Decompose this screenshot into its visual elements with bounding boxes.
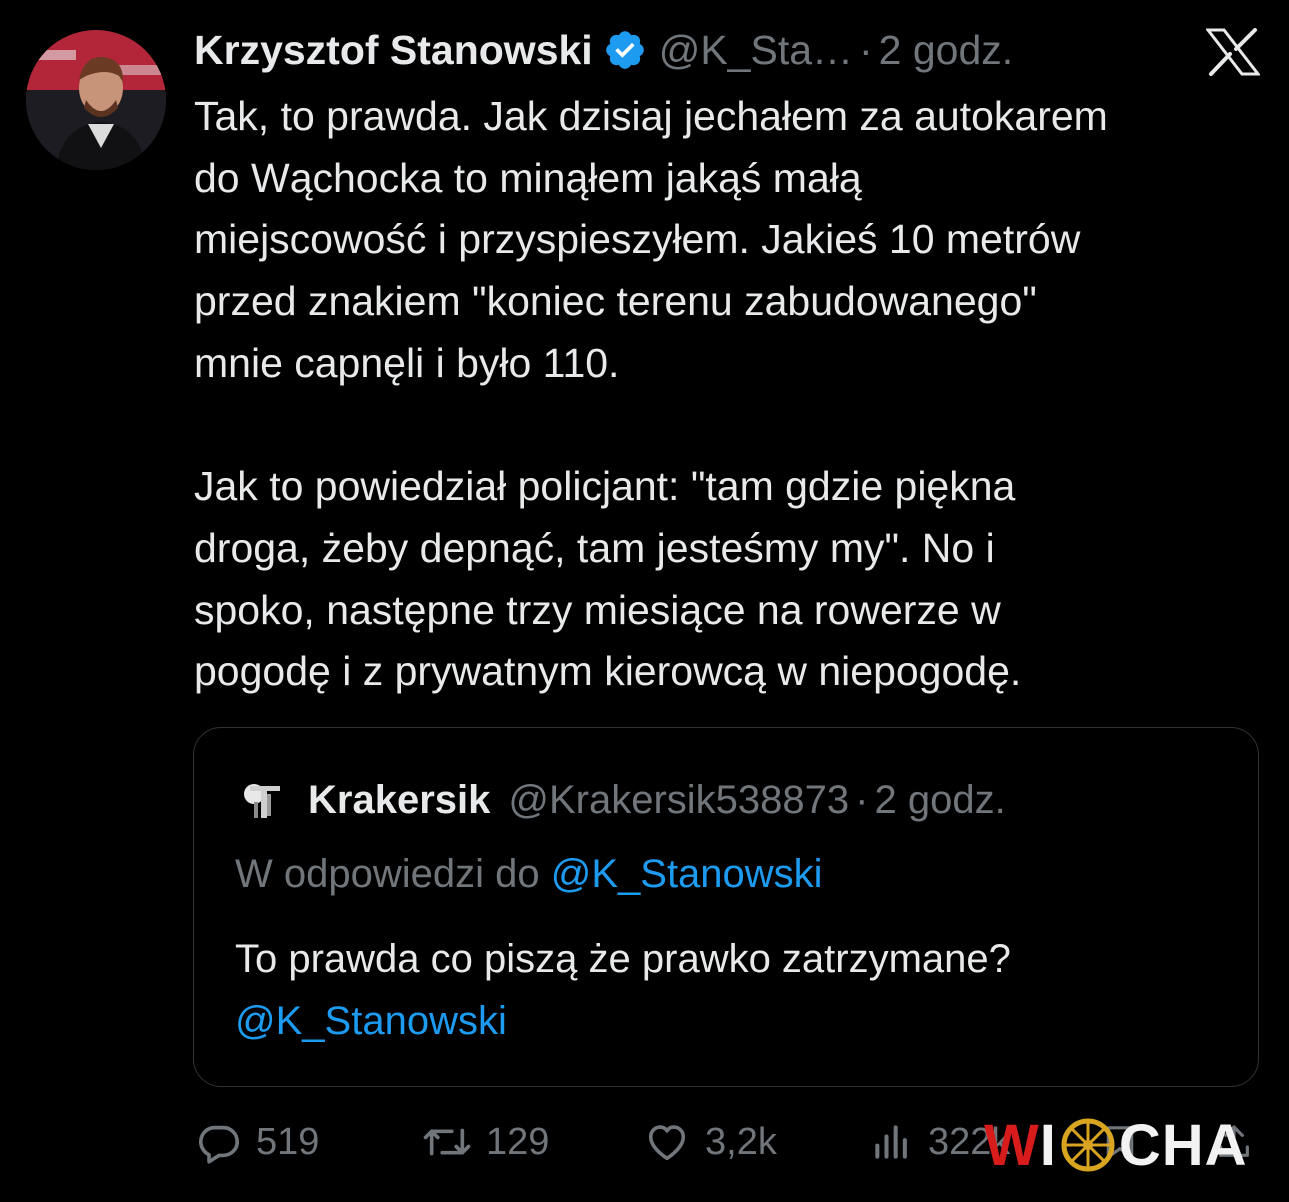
quoted-text-line: To prawda co piszą że prawko zatrzymane? [235, 937, 1011, 981]
reply-button[interactable]: 519 [196, 1112, 319, 1172]
site-watermark: W I CHA [984, 1110, 1248, 1180]
wheel-logo-icon [1061, 1118, 1115, 1172]
quoted-text-mention-link[interactable]: @K_Stanowski [235, 990, 1235, 1052]
heart-icon [648, 1125, 686, 1161]
watermark-letter-i: I [1039, 1112, 1057, 1178]
quoted-tweet-card[interactable]: Krakersik @Krakersik538873 · 2 godz. W o… [193, 727, 1259, 1087]
like-button[interactable]: 3,2k [643, 1112, 777, 1172]
tweet-text: Tak, to prawda. Jak dzisiaj jechałem za … [194, 93, 1108, 695]
x-logo-icon [1204, 28, 1262, 76]
watermark-red-letter: W [984, 1112, 1040, 1178]
views-chart-icon [875, 1125, 907, 1159]
retweet-icon [423, 1128, 471, 1156]
like-count: 3,2k [705, 1120, 777, 1163]
reply-mention-link[interactable]: @K_Stanowski [551, 852, 823, 896]
watermark-letters-cha: CHA [1118, 1112, 1248, 1178]
tweet-timestamp[interactable]: 2 godz. [879, 27, 1014, 74]
quoted-avatar-image-icon [234, 772, 290, 828]
quoted-timestamp[interactable]: 2 godz. [874, 778, 1005, 823]
avatar-photo-icon [26, 30, 166, 170]
reply-count: 519 [256, 1120, 320, 1163]
author-name[interactable]: Krzysztof Stanowski [194, 27, 593, 74]
reply-icon [198, 1125, 240, 1164]
author-handle[interactable]: @K_Sta… [659, 27, 853, 74]
quoted-tweet-header: Krakersik @Krakersik538873 · 2 godz. [234, 770, 1006, 830]
separator-dot: · [859, 26, 873, 73]
reply-context: W odpowiedzi do @K_Stanowski [235, 852, 823, 897]
quoted-author-avatar[interactable] [234, 772, 290, 828]
tweet-header: Krzysztof Stanowski @K_Sta… · 2 godz. [194, 22, 1013, 78]
quoted-tweet-text: To prawda co piszą że prawko zatrzymane?… [235, 928, 1235, 1052]
retweet-button[interactable]: 129 [422, 1112, 549, 1172]
reply-prefix: W odpowiedzi do [235, 852, 540, 896]
quoted-author-handle[interactable]: @Krakersik538873 [508, 778, 849, 823]
quoted-separator-dot: · [855, 777, 869, 822]
verified-badge-icon[interactable] [603, 28, 647, 72]
quoted-author-name[interactable]: Krakersik [308, 778, 490, 823]
retweet-count: 129 [486, 1120, 550, 1163]
author-avatar[interactable] [26, 30, 166, 170]
